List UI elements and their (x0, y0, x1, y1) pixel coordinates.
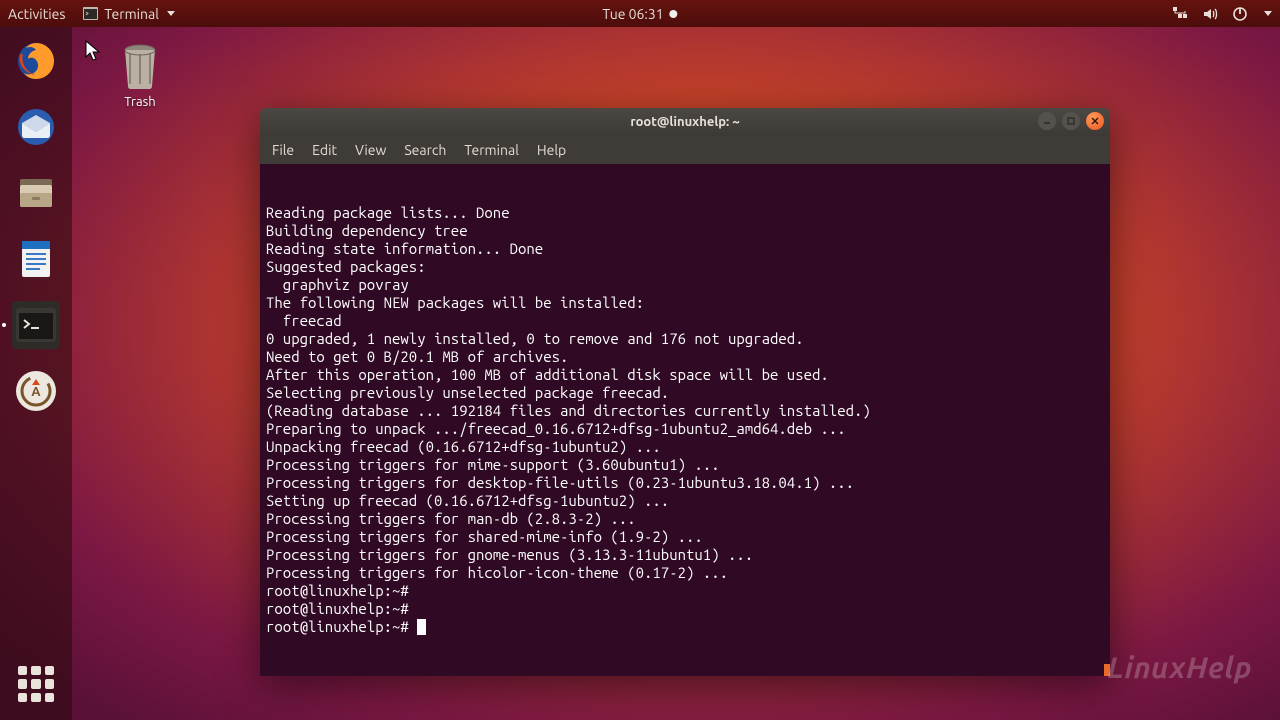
terminal-line: Building dependency tree (266, 222, 1104, 240)
power-icon[interactable] (1232, 6, 1248, 22)
app-menu[interactable]: Terminal (83, 6, 175, 22)
clock[interactable]: Tue 06:31 (602, 6, 677, 22)
files-icon (14, 171, 58, 215)
terminal-line: root@linuxhelp:~# (266, 582, 1104, 600)
menu-file[interactable]: File (272, 142, 294, 158)
terminal-line: Preparing to unpack .../freecad_0.16.671… (266, 420, 1104, 438)
terminal-cursor (417, 619, 426, 635)
maximize-button[interactable] (1062, 112, 1080, 130)
menu-terminal[interactable]: Terminal (464, 142, 519, 158)
terminal-line: After this operation, 100 MB of addition… (266, 366, 1104, 384)
minimize-button[interactable] (1038, 112, 1056, 130)
terminal-line: Selecting previously unselected package … (266, 384, 1104, 402)
close-button[interactable] (1086, 112, 1104, 130)
menu-search[interactable]: Search (404, 142, 446, 158)
show-applications[interactable] (18, 666, 54, 702)
svg-text:A: A (31, 385, 41, 399)
writer-icon (14, 237, 58, 281)
terminal-prompt-line: root@linuxhelp:~# (266, 618, 1104, 636)
app-menu-label: Terminal (104, 6, 159, 22)
activities-button[interactable]: Activities (8, 6, 65, 22)
dock-files[interactable] (12, 169, 60, 217)
watermark: LinuxHelp (1107, 650, 1252, 684)
top-bar: Activities Terminal Tue 06:31 (0, 0, 1280, 27)
terminal-line: Reading package lists... Done (266, 204, 1104, 222)
dock-thunderbird[interactable] (12, 103, 60, 151)
terminal-output[interactable]: Reading package lists... DoneBuilding de… (260, 164, 1110, 676)
chevron-down-icon (167, 11, 175, 16)
terminal-line: Suggested packages: (266, 258, 1104, 276)
menu-view[interactable]: View (355, 142, 386, 158)
menu-edit[interactable]: Edit (312, 142, 337, 158)
window-title: root@linuxhelp: ~ (630, 115, 739, 129)
trash-label: Trash (100, 95, 180, 109)
terminal-line: Processing triggers for man-db (2.8.3-2)… (266, 510, 1104, 528)
terminal-line: (Reading database ... 192184 files and d… (266, 402, 1104, 420)
window-titlebar[interactable]: root@linuxhelp: ~ (260, 108, 1110, 136)
terminal-line: Processing triggers for hicolor-icon-the… (266, 564, 1104, 582)
terminal-line: 0 upgraded, 1 newly installed, 0 to remo… (266, 330, 1104, 348)
desktop-trash[interactable]: Trash (100, 42, 180, 109)
trash-icon (118, 42, 162, 92)
terminal-line: Processing triggers for gnome-menus (3.1… (266, 546, 1104, 564)
dock: A (0, 27, 72, 720)
terminal-line: Processing triggers for desktop-file-uti… (266, 474, 1104, 492)
terminal-menubar: File Edit View Search Terminal Help (260, 136, 1110, 164)
dock-software-updater[interactable]: A (12, 367, 60, 415)
system-menu-chevron-icon[interactable] (1264, 11, 1272, 16)
menu-help[interactable]: Help (537, 142, 566, 158)
terminal-line: graphviz povray (266, 276, 1104, 294)
terminal-line: Unpacking freecad (0.16.6712+dfsg-1ubunt… (266, 438, 1104, 456)
mouse-pointer-icon (85, 40, 101, 62)
terminal-line: Reading state information... Done (266, 240, 1104, 258)
terminal-line: root@linuxhelp:~# (266, 600, 1104, 618)
terminal-line: Processing triggers for shared-mime-info… (266, 528, 1104, 546)
terminal-icon (83, 7, 98, 20)
terminal-line: freecad (266, 312, 1104, 330)
volume-icon[interactable] (1202, 6, 1218, 22)
dock-writer[interactable] (12, 235, 60, 283)
terminal-line: Setting up freecad (0.16.6712+dfsg-1ubun… (266, 492, 1104, 510)
network-icon[interactable] (1172, 6, 1188, 22)
thunderbird-icon (14, 105, 58, 149)
terminal-line: Need to get 0 B/20.1 MB of archives. (266, 348, 1104, 366)
updater-icon: A (14, 369, 58, 413)
terminal-line: Processing triggers for mime-support (3.… (266, 456, 1104, 474)
dock-firefox[interactable] (12, 37, 60, 85)
record-indicator-icon (670, 10, 678, 18)
terminal-line: The following NEW packages will be insta… (266, 294, 1104, 312)
terminal-window: root@linuxhelp: ~ File Edit View Search … (260, 108, 1110, 676)
dock-terminal[interactable] (12, 301, 60, 349)
firefox-icon (14, 39, 58, 83)
terminal-app-icon (16, 308, 56, 342)
